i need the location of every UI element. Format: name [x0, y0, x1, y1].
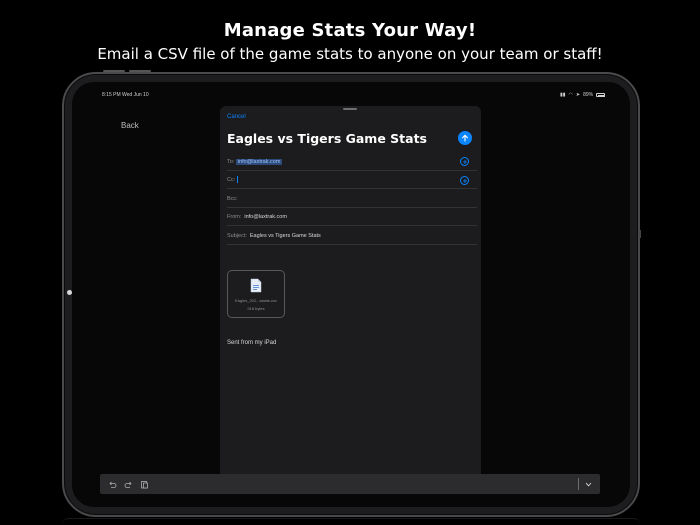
status-time: 8:15 PM Wed Jun 10 [102, 92, 149, 98]
bcc-field[interactable]: Bcc: [227, 190, 477, 208]
device-reflection [62, 518, 640, 525]
wifi-icon: ◠ [568, 92, 573, 98]
redo-icon[interactable] [124, 480, 133, 489]
power-button [639, 230, 641, 238]
bcc-label: Bcc: [227, 195, 238, 202]
to-label: To: [227, 158, 235, 165]
add-cc-recipient-button[interactable] [460, 176, 469, 185]
subject-label: Subject: [227, 232, 247, 239]
arrow-up-icon [462, 134, 468, 142]
subject-field[interactable]: Subject: Eagles vs Tigers Game Stats [227, 227, 477, 245]
promo-subheadline: Email a CSV file of the game stats to an… [97, 45, 603, 63]
paste-icon[interactable] [140, 480, 149, 489]
sheet-grabber[interactable] [343, 108, 357, 110]
to-field[interactable]: To: info@laxtrak.com [227, 153, 477, 171]
document-icon [250, 278, 262, 293]
keyboard-shortcut-bar [100, 474, 600, 494]
from-value: info@laxtrak.com [244, 213, 287, 220]
signal-icon: ▮▮ [560, 92, 566, 98]
subject-value: Eagles vs Tigers Game Stats [249, 232, 321, 239]
from-field[interactable]: From: info@laxtrak.com [227, 208, 477, 226]
add-to-recipient-button[interactable] [460, 157, 469, 166]
send-button[interactable] [458, 131, 472, 145]
back-button[interactable]: Back [121, 121, 139, 130]
battery-percent: 89% [583, 92, 594, 98]
attachment-filename: Eagles_202...sstats.csv [234, 298, 278, 303]
cancel-button[interactable]: Cancel [227, 114, 246, 120]
text-cursor [237, 176, 239, 183]
camera-dot [67, 290, 72, 295]
status-icons: ▮▮ ◠ ➤ 89% [560, 92, 606, 98]
chevron-down-icon[interactable] [584, 480, 593, 489]
plus-icon [462, 159, 467, 164]
from-label: From: [227, 213, 242, 220]
plus-icon [462, 178, 467, 183]
toolbar-divider [578, 478, 579, 490]
cc-field[interactable]: Cc: [227, 171, 477, 189]
location-icon: ➤ [575, 92, 581, 98]
cc-label: Cc: [227, 176, 236, 183]
undo-icon[interactable] [108, 480, 117, 489]
promo-headline: Manage Stats Your Way! [223, 20, 477, 41]
battery-icon [596, 93, 606, 97]
attachment-size: 918 bytes [247, 306, 265, 311]
to-recipient[interactable]: info@laxtrak.com [236, 158, 282, 165]
email-signature[interactable]: Sent from my iPad [227, 340, 276, 346]
compose-title: Eagles vs Tigers Game Stats [227, 131, 427, 146]
